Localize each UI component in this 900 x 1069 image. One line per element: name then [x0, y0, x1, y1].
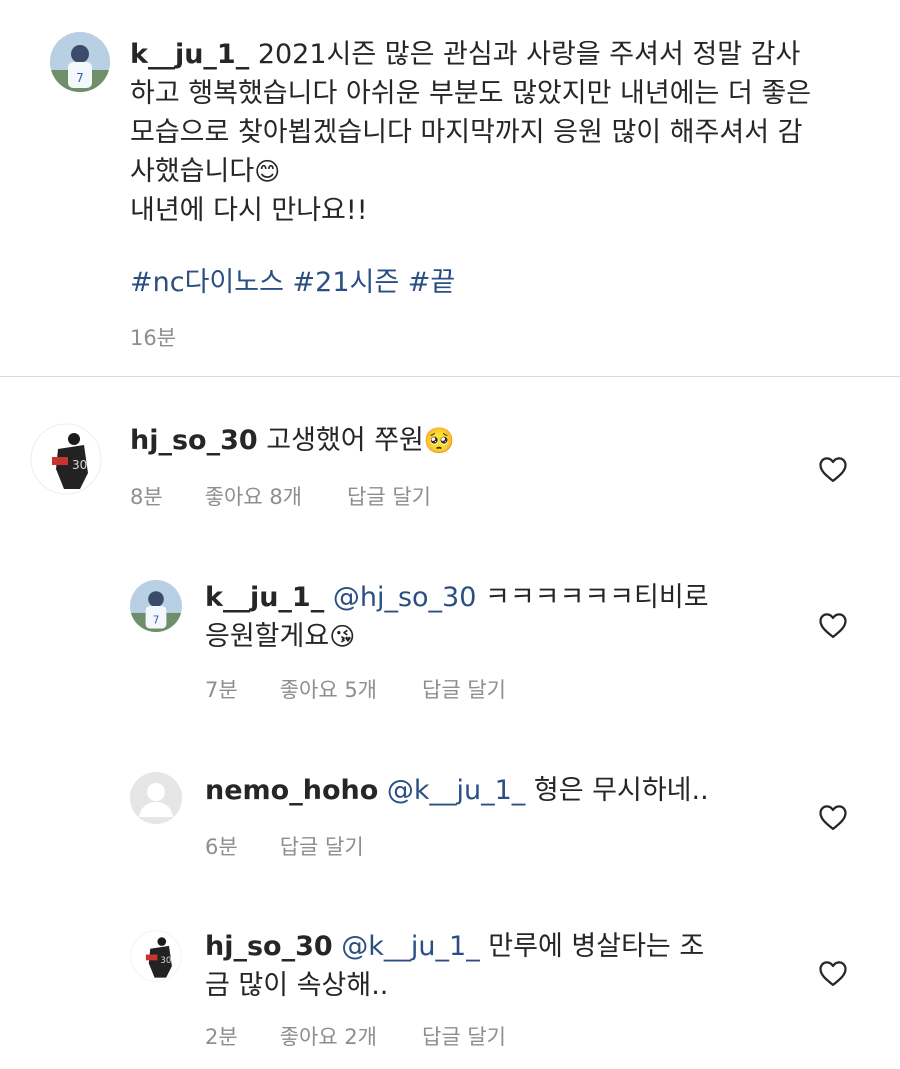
smile-emoji: 😊	[254, 157, 281, 186]
caption-hashtags[interactable]: #nc다이노스 #21시즌 #끝	[130, 263, 455, 302]
caption-line-5: 내년에 다시 만나요!!	[130, 195, 368, 226]
comment-1-body: 고생했어 쭈원	[257, 425, 424, 456]
avatar[interactable]: 30	[130, 930, 182, 982]
comment-2-username[interactable]: k__ju_1_	[205, 582, 324, 613]
kiss-emoji: 😘	[329, 622, 356, 651]
caption-username[interactable]: k__ju_1_	[130, 39, 249, 70]
comment-1-text: hj_so_30 고생했어 쭈원🥺	[130, 421, 455, 460]
comment-4-reply-button[interactable]: 답글 달기	[422, 1021, 506, 1051]
comment-2-reply-button[interactable]: 답글 달기	[422, 674, 506, 704]
comment-3-body: 형은 무시하네..	[525, 775, 709, 806]
caption-text: k__ju_1_ 2021시즌 많은 관심과 사랑을 주셔서 정말 감사 하고 …	[130, 35, 870, 230]
comment-2-line-1: ㅋㅋㅋㅋㅋㅋ티비로	[476, 582, 709, 613]
heart-outline-icon[interactable]	[818, 611, 848, 639]
comment-3-mention[interactable]: @k__ju_1_	[387, 775, 525, 806]
comment-2-text: k__ju_1_ @hj_so_30 ㅋㅋㅋㅋㅋㅋ티비로 응원할게요😘	[205, 578, 785, 656]
comment-3-text: nemo_hoho @k__ju_1_ 형은 무시하네..	[205, 771, 709, 810]
comment-4-likes[interactable]: 좋아요 2개	[280, 1021, 377, 1051]
svg-text:30: 30	[160, 956, 171, 966]
caption-time: 16분	[130, 326, 177, 350]
comment-2-mention[interactable]: @hj_so_30	[333, 582, 477, 613]
heart-outline-icon[interactable]	[818, 959, 848, 987]
avatar[interactable]	[130, 772, 182, 824]
comment-4-meta: 2분 좋아요 2개 답글 달기	[205, 1021, 506, 1051]
comment-4-line-1: 만루에 병살타는 조	[479, 931, 705, 962]
avatar[interactable]: 30	[30, 423, 102, 495]
caption-line-2: 하고 행복했습니다 아쉬운 부분도 많았지만 내년에는 더 좋은	[130, 78, 812, 109]
comment-4-line-2: 금 많이 속상해..	[205, 970, 389, 1001]
svg-text:7: 7	[153, 614, 160, 626]
svg-text:30: 30	[72, 458, 87, 472]
comment-3-meta: 6분 답글 달기	[205, 831, 364, 861]
pleading-emoji: 🥺	[423, 426, 456, 455]
divider	[0, 376, 900, 377]
comment-1-time: 8분	[130, 485, 163, 509]
avatar[interactable]: 7	[130, 580, 182, 632]
comment-1-meta: 8분 좋아요 8개 답글 달기	[130, 481, 431, 511]
comment-2-meta: 7분 좋아요 5개 답글 달기	[205, 674, 506, 704]
comment-2-time: 7분	[205, 678, 238, 702]
comment-2-line-2: 응원할게요	[205, 621, 330, 652]
heart-outline-icon[interactable]	[818, 455, 848, 483]
comment-3-reply-button[interactable]: 답글 달기	[280, 831, 364, 861]
comment-4-time: 2분	[205, 1025, 238, 1049]
comment-1-likes[interactable]: 좋아요 8개	[205, 481, 302, 511]
comment-1-reply-button[interactable]: 답글 달기	[347, 481, 431, 511]
caption-line-1: 2021시즌 많은 관심과 사랑을 주셔서 정말 감사	[249, 39, 801, 70]
comment-3-username[interactable]: nemo_hoho	[205, 775, 378, 806]
comment-4-mention[interactable]: @k__ju_1_	[341, 931, 479, 962]
heart-outline-icon[interactable]	[818, 803, 848, 831]
caption-line-3: 모습으로 찾아뵙겠습니다 마지막까지 응원 많이 해주셔서 감	[130, 117, 803, 148]
svg-text:7: 7	[76, 71, 84, 85]
caption-line-4: 사했습니다	[130, 156, 255, 187]
comment-1-username[interactable]: hj_so_30	[130, 425, 258, 456]
comment-4-username[interactable]: hj_so_30	[205, 931, 333, 962]
comment-4-text: hj_so_30 @k__ju_1_ 만루에 병살타는 조 금 많이 속상해..	[205, 927, 785, 1005]
comment-3-time: 6분	[205, 835, 238, 859]
avatar[interactable]: 7	[50, 32, 110, 92]
comment-2-likes[interactable]: 좋아요 5개	[280, 674, 377, 704]
